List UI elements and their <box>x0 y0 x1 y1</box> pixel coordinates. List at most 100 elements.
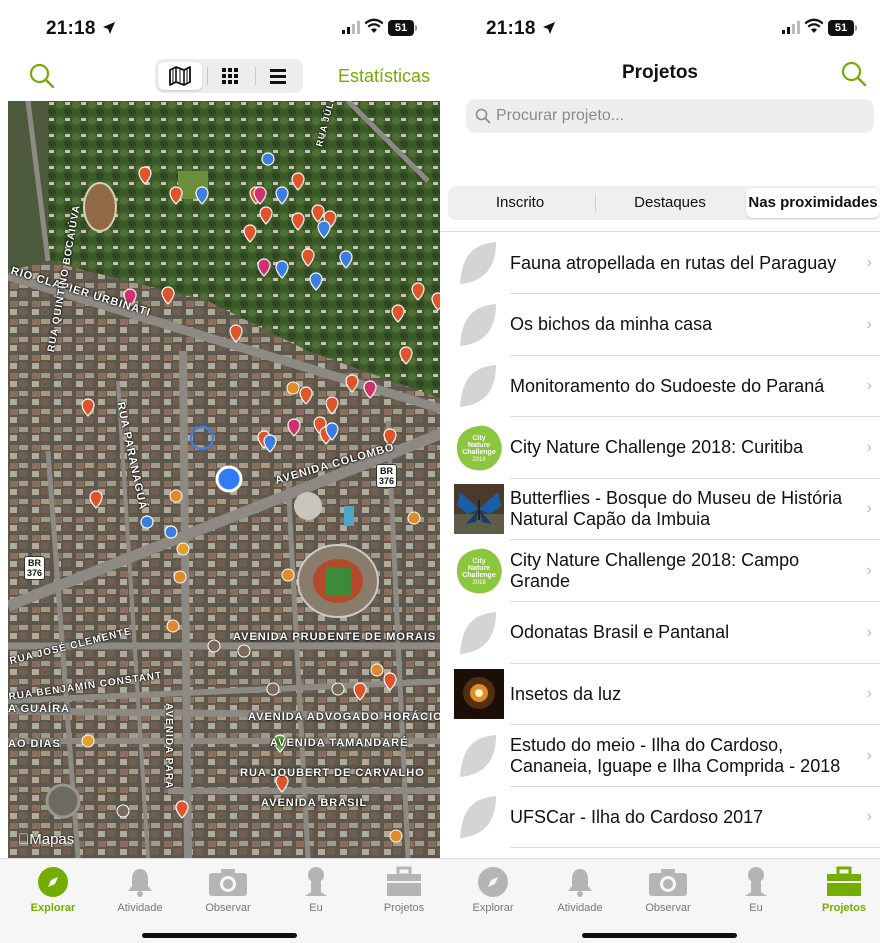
chevron-right-icon: › <box>866 315 872 333</box>
statistics-link[interactable]: Estatísticas <box>338 66 430 87</box>
signal-icon <box>782 21 800 34</box>
camera-icon <box>649 869 687 896</box>
battery-icon: 51 <box>388 20 417 36</box>
project-row[interactable]: Fauna atropellada en rutas del Paraguay › <box>440 232 880 294</box>
cnc-line2: Nature <box>468 442 490 449</box>
road-label: AVENIDA PARA <box>163 703 174 790</box>
cnc-line1: City <box>472 435 485 442</box>
project-title: City Nature Challenge 2018: Curitiba <box>510 437 804 458</box>
city-nature-challenge-logo: City Nature Challenge 2018 <box>454 423 504 473</box>
cnc-line3: Challenge <box>462 449 496 456</box>
leaf-icon <box>454 792 504 842</box>
project-title: Butterflies - Bosque do Museu de Históri… <box>510 488 843 530</box>
tab-bar: Explorar Atividade Observar Eu Projetos <box>440 858 880 943</box>
maps-credit: Mapas <box>18 831 74 848</box>
road-label: AVENIDA BRASIL <box>261 797 368 809</box>
bell-icon <box>128 869 152 897</box>
project-row[interactable]: Monitoramento do Sudoeste do Paraná › <box>440 355 880 418</box>
search-button[interactable] <box>840 60 870 90</box>
project-search-input[interactable] <box>496 99 856 133</box>
leaf-icon <box>454 300 504 350</box>
compass-icon <box>478 867 508 897</box>
project-search-field <box>466 99 874 133</box>
project-title: Fauna atropellada en rutas del Paraguay <box>510 252 837 273</box>
chevron-right-icon: › <box>866 438 872 456</box>
project-title: City Nature Challenge 2018: Campo Grande <box>510 550 800 591</box>
search-icon <box>29 63 55 89</box>
view-mode-switch <box>155 59 303 93</box>
project-title: Odonatas Brasil e Pantanal <box>510 622 730 643</box>
project-title: Monitoramento do Sudoeste do Paraná <box>510 375 825 396</box>
tab-observe[interactable]: Observar <box>628 865 708 914</box>
status-time: 21:18 <box>486 18 556 40</box>
tab-projects[interactable]: Projetos <box>364 865 440 914</box>
tab-me[interactable]: Eu <box>716 865 796 914</box>
project-list: Fauna atropellada en rutas del Paraguay ›… <box>440 231 880 849</box>
chevron-right-icon: › <box>866 377 872 395</box>
tab-nearby[interactable]: Nas proximidades <box>746 188 880 218</box>
home-indicator <box>582 933 737 938</box>
project-title: UFSCar - Ilha do Cardoso 2017 <box>510 806 764 827</box>
tab-enrolled[interactable]: Inscrito <box>456 188 584 218</box>
project-row[interactable]: City Nature Challenge 2018 City Nature Chall… <box>440 540 880 602</box>
wifi-icon <box>364 18 384 33</box>
road-label: AVENIDA TAMANDARÉ <box>270 737 409 749</box>
tab-activity[interactable]: Atividade <box>100 865 180 914</box>
cnc-line4: 2018 <box>472 580 486 586</box>
status-bar: 21:18 51 <box>0 0 440 50</box>
briefcase-icon <box>827 866 861 896</box>
search-icon <box>475 108 491 124</box>
project-row[interactable]: Estudo do meio - Ilha do Cardoso, Canane… <box>440 725 880 787</box>
map-view-button[interactable] <box>158 62 202 90</box>
city-nature-challenge-logo: City Nature Challenge 2018 <box>454 546 504 596</box>
tab-bar: Explorar Atividade Observar Eu Projetos <box>0 858 440 943</box>
projects-screen: 21:18 51 Projetos Inscrito Destaques Nas… <box>440 0 880 943</box>
status-time: 21:18 <box>46 18 116 40</box>
tab-explore[interactable]: Explorar <box>453 865 533 914</box>
list-view-button[interactable] <box>256 62 300 90</box>
tab-explore[interactable]: Explorar <box>13 865 93 914</box>
chevron-right-icon: › <box>866 746 872 764</box>
observations-map[interactable]: AVENIDA COLOMBO RUA PARANAGUÁ RIO CLAPIE… <box>8 101 440 858</box>
road-label: A GUAÍRA <box>8 703 70 715</box>
bell-icon <box>568 869 592 897</box>
page-title: Projetos <box>621 62 699 83</box>
chevron-right-icon: › <box>866 808 872 826</box>
project-row[interactable]: Odonatas Brasil e Pantanal › <box>440 602 880 664</box>
project-row[interactable]: Os bichos da minha casa › <box>440 294 880 356</box>
chevron-right-icon: › <box>866 254 872 271</box>
chevron-right-icon: › <box>866 623 872 641</box>
status-bar: 21:18 51 <box>440 0 880 50</box>
grid-view-button[interactable] <box>208 62 252 90</box>
list-icon <box>270 68 286 84</box>
project-row[interactable]: UFSCar - Ilha do Cardoso 2017 › <box>440 786 880 849</box>
project-title: Insetos da luz <box>510 683 622 704</box>
chevron-right-icon: › <box>866 562 872 579</box>
tab-featured[interactable]: Destaques <box>606 188 734 218</box>
wifi-icon <box>804 18 824 33</box>
explore-screen: 21:18 51 Estatísticas AVENIDA COLOMBO RU… <box>0 0 440 943</box>
light-bulb-photo <box>454 669 504 720</box>
cnc-line3: Challenge <box>462 572 496 579</box>
leaf-icon <box>454 608 504 658</box>
briefcase-icon <box>387 866 421 896</box>
compass-icon <box>38 867 68 897</box>
tab-observe[interactable]: Observar <box>188 865 268 914</box>
search-button[interactable] <box>28 62 58 92</box>
project-row[interactable]: City Nature Challenge 2018 City Nature Chall… <box>440 417 880 479</box>
signal-icon <box>342 21 360 34</box>
tab-me[interactable]: Eu <box>276 865 356 914</box>
cnc-line4: 2018 <box>472 457 486 463</box>
tab-projects[interactable]: Projetos <box>804 865 880 914</box>
home-indicator <box>142 933 297 938</box>
tab-activity[interactable]: Atividade <box>540 865 620 914</box>
project-row[interactable]: Insetos da luz › <box>440 663 880 726</box>
leaf-icon <box>454 361 504 411</box>
explore-toolbar: Estatísticas <box>0 58 440 98</box>
project-row[interactable]: Butterflies - Bosque do Museu de Históri… <box>440 478 880 541</box>
road-label: AVENIDA PRUDENTE DE MORAIS <box>233 631 437 643</box>
camera-icon <box>209 869 247 896</box>
grid-icon <box>222 68 238 84</box>
chevron-right-icon: › <box>866 500 872 518</box>
project-title: Estudo do meio - Ilha do Cardoso, Canane… <box>510 734 841 776</box>
